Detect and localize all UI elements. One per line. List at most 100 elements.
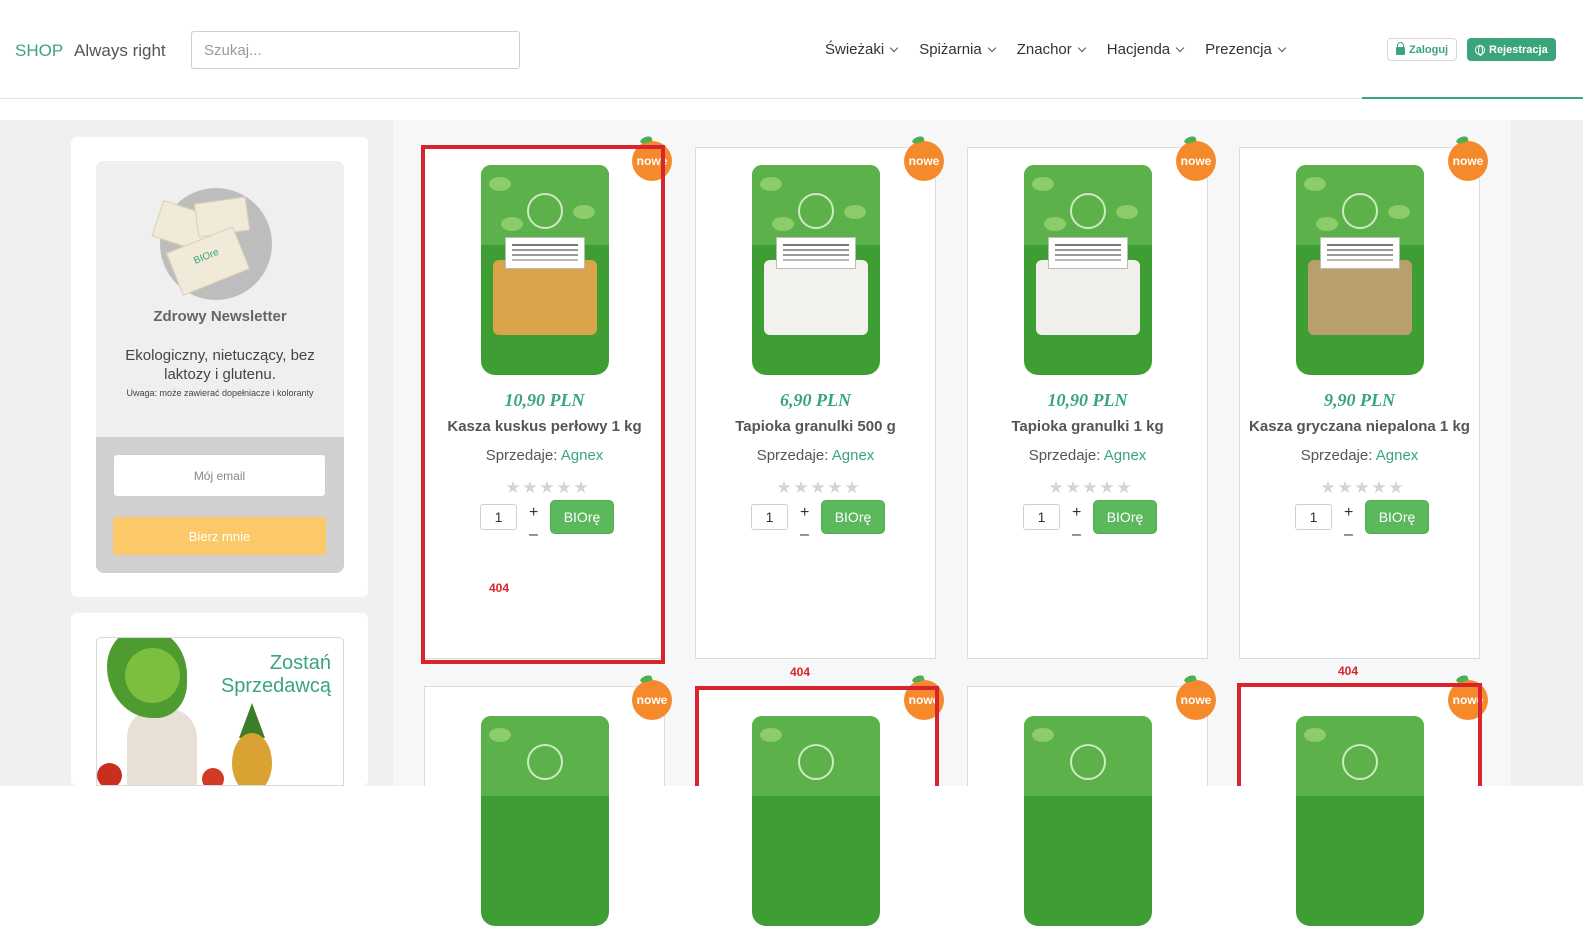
newsletter-email-input[interactable] bbox=[113, 454, 326, 497]
star-icon[interactable]: ★ bbox=[1065, 479, 1081, 496]
quantity-input[interactable] bbox=[1023, 504, 1060, 530]
product-bag-image bbox=[1296, 165, 1424, 375]
nav-item-swiezaki[interactable]: Świeżaki bbox=[825, 41, 899, 58]
search-input[interactable] bbox=[191, 31, 520, 69]
error-highlight-box bbox=[695, 686, 939, 786]
nav-item-hacjenda[interactable]: Hacjenda bbox=[1107, 41, 1185, 58]
vendor-link[interactable]: Agnex bbox=[1376, 447, 1419, 464]
product-price: 10,90 PLN bbox=[1047, 390, 1128, 410]
product-card[interactable] bbox=[967, 686, 1208, 926]
product-image[interactable] bbox=[1024, 716, 1152, 926]
star-icon[interactable]: ★ bbox=[1371, 479, 1387, 496]
quantity-minus-button[interactable]: – bbox=[1072, 526, 1081, 544]
product-image[interactable] bbox=[481, 716, 609, 926]
product-name[interactable]: Tapioka granulki 500 g bbox=[696, 418, 935, 435]
lock-icon bbox=[1396, 42, 1405, 55]
star-icon[interactable]: ★ bbox=[1388, 479, 1404, 496]
vegetable-image bbox=[202, 768, 224, 785]
star-icon[interactable]: ★ bbox=[1320, 479, 1336, 496]
rating-stars[interactable]: ★ ★ ★ ★ ★ bbox=[1320, 479, 1404, 496]
chevron-down-icon bbox=[1277, 43, 1287, 52]
top-navbar: SHOP Always right Świeżaki Spiżarnia Zna… bbox=[0, 0, 1583, 99]
star-icon[interactable]: ★ bbox=[793, 479, 809, 496]
new-badge: nowe bbox=[1176, 680, 1216, 720]
chevron-down-icon bbox=[889, 43, 899, 52]
quantity-minus-button[interactable]: – bbox=[1344, 526, 1353, 544]
nav-item-spizarnia[interactable]: Spiżarnia bbox=[919, 41, 996, 58]
product-fill bbox=[1036, 260, 1140, 335]
product-fill bbox=[1308, 260, 1412, 335]
star-icon[interactable]: ★ bbox=[776, 479, 792, 496]
product-name[interactable]: Kasza gryczana niepalona 1 kg bbox=[1240, 418, 1479, 435]
quantity-input[interactable] bbox=[751, 504, 788, 530]
login-button[interactable]: Zaloguj bbox=[1387, 38, 1458, 61]
vendor-link[interactable]: Agnex bbox=[1104, 447, 1147, 464]
product-card[interactable]: 6,90 PLN Tapioka granulki 500 g Sprzedaj… bbox=[695, 147, 936, 659]
newsletter-description: Ekologiczny, nietuczący, bez laktozy i g… bbox=[125, 347, 315, 383]
star-icon[interactable]: ★ bbox=[1337, 479, 1353, 496]
star-icon[interactable]: ★ bbox=[1082, 479, 1098, 496]
nav-active-underline bbox=[1362, 97, 1583, 99]
chevron-down-icon bbox=[1175, 43, 1185, 52]
product-name[interactable]: Tapioka granulki 1 kg bbox=[968, 418, 1207, 435]
product-price: 6,90 PLN bbox=[780, 390, 851, 410]
main-nav: Świeżaki Spiżarnia Znachor Hacjenda Prez… bbox=[825, 41, 1307, 58]
add-to-cart-button[interactable]: BIOrę bbox=[821, 500, 885, 534]
chevron-down-icon bbox=[987, 43, 996, 52]
nav-item-prezencja[interactable]: Prezencja bbox=[1205, 41, 1287, 58]
product-fill bbox=[764, 260, 868, 335]
product-image[interactable] bbox=[1024, 165, 1152, 375]
quantity-input[interactable] bbox=[1295, 504, 1332, 530]
new-badge: nowe bbox=[1176, 141, 1216, 181]
pineapple-image bbox=[232, 733, 272, 785]
error-label: 404 bbox=[1338, 664, 1359, 678]
error-highlight-box bbox=[421, 145, 665, 664]
star-icon[interactable]: ★ bbox=[1116, 479, 1132, 496]
quantity-minus-button[interactable]: – bbox=[800, 526, 809, 544]
lettuce-image bbox=[125, 648, 180, 703]
error-label: 404 bbox=[790, 665, 811, 679]
quantity-plus-button[interactable]: + bbox=[1344, 504, 1353, 522]
product-seller: Sprzedaje: Agnex bbox=[756, 447, 875, 464]
newsletter-note: Uwaga: może zawierać dopełniacze i kolor… bbox=[126, 388, 314, 398]
vegetable-image bbox=[97, 763, 122, 785]
become-seller-title: Zostań Sprzedawcą bbox=[220, 652, 331, 697]
product-seller: Sprzedaje: Agnex bbox=[1300, 447, 1419, 464]
product-bag-image bbox=[1024, 165, 1152, 375]
product-label bbox=[1048, 237, 1128, 269]
star-icon[interactable]: ★ bbox=[827, 479, 843, 496]
error-label: 404 bbox=[489, 581, 510, 595]
star-icon[interactable]: ★ bbox=[1048, 479, 1064, 496]
vendor-link[interactable]: Agnex bbox=[832, 447, 875, 464]
star-icon[interactable]: ★ bbox=[844, 479, 860, 496]
error-highlight-box bbox=[1237, 683, 1482, 786]
product-image[interactable] bbox=[752, 165, 880, 375]
add-to-cart-button[interactable]: BIOrę bbox=[1365, 500, 1429, 534]
product-card[interactable]: 9,90 PLN Kasza gryczana niepalona 1 kg S… bbox=[1239, 147, 1480, 659]
new-badge: nowe bbox=[632, 680, 672, 720]
new-badge: nowe bbox=[1448, 141, 1488, 181]
star-icon[interactable]: ★ bbox=[1354, 479, 1370, 496]
product-card[interactable] bbox=[424, 686, 665, 926]
star-icon[interactable]: ★ bbox=[1099, 479, 1115, 496]
quantity-plus-button[interactable]: + bbox=[1072, 504, 1081, 522]
newsletter-box: BIOre Zdrowy Newsletter Ekologiczny, nie… bbox=[96, 161, 344, 573]
register-button[interactable]: Rejestracja bbox=[1467, 38, 1556, 61]
brand-slogan: Always right bbox=[74, 41, 166, 60]
product-card[interactable]: 10,90 PLN Tapioka granulki 1 kg Sprzedaj… bbox=[967, 147, 1208, 659]
product-image[interactable] bbox=[1296, 165, 1424, 375]
quantity-plus-button[interactable]: + bbox=[800, 504, 809, 522]
nav-item-znachor[interactable]: Znachor bbox=[1017, 41, 1087, 58]
become-seller-banner[interactable]: Zostań Sprzedawcą bbox=[96, 637, 344, 786]
banner-person-image bbox=[127, 708, 197, 785]
brand-logo[interactable]: SHOP bbox=[15, 41, 63, 61]
newsletter-title: Zdrowy Newsletter bbox=[153, 308, 287, 325]
product-bag-image bbox=[752, 165, 880, 375]
new-badge: nowe bbox=[904, 141, 944, 181]
newsletter-subscribe-button[interactable]: Bierz mnie bbox=[113, 517, 326, 555]
add-to-cart-button[interactable]: BIOrę bbox=[1093, 500, 1157, 534]
product-seller: Sprzedaje: Agnex bbox=[1028, 447, 1147, 464]
star-icon[interactable]: ★ bbox=[810, 479, 826, 496]
rating-stars[interactable]: ★ ★ ★ ★ ★ bbox=[776, 479, 860, 496]
rating-stars[interactable]: ★ ★ ★ ★ ★ bbox=[1048, 479, 1132, 496]
